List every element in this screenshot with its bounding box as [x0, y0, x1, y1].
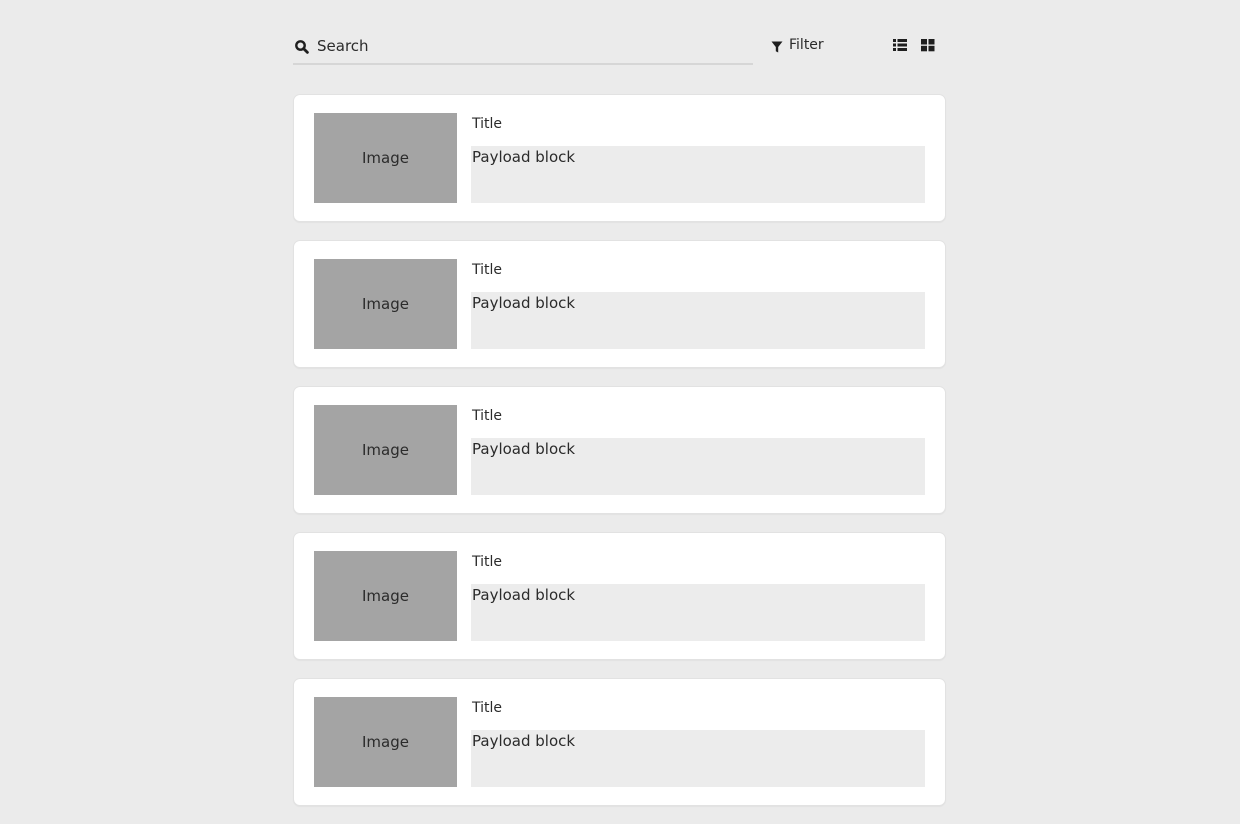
card-image: Image	[314, 259, 457, 349]
card-payload: Payload block	[471, 438, 925, 495]
card-payload: Payload block	[471, 292, 925, 349]
list-view-icon[interactable]	[893, 38, 907, 52]
toolbar: Search Filter	[293, 30, 946, 66]
card-payload: Payload block	[471, 146, 925, 203]
list-item[interactable]: Image Title Payload block	[293, 532, 946, 660]
list-item[interactable]: Image Title Payload block	[293, 678, 946, 806]
card-title: Title	[472, 554, 503, 570]
filter-label: Filter	[789, 37, 824, 53]
filter-icon	[771, 41, 783, 53]
card-image: Image	[314, 405, 457, 495]
list-item[interactable]: Image Title Payload block	[293, 94, 946, 222]
grid-view-icon[interactable]	[921, 38, 935, 52]
search-placeholder: Search	[317, 36, 369, 55]
search-input[interactable]: Search	[293, 30, 753, 65]
card-title: Title	[472, 408, 503, 424]
search-icon	[294, 39, 310, 55]
list-item[interactable]: Image Title Payload block	[293, 240, 946, 368]
card-title: Title	[472, 116, 503, 132]
card-payload: Payload block	[471, 584, 925, 641]
filter-button[interactable]: Filter	[771, 30, 824, 62]
card-title: Title	[472, 262, 503, 278]
card-image: Image	[314, 113, 457, 203]
card-list: Image Title Payload block Image Title Pa…	[293, 94, 946, 824]
list-item[interactable]: Image Title Payload block	[293, 386, 946, 514]
card-title: Title	[472, 700, 503, 716]
card-payload: Payload block	[471, 730, 925, 787]
card-image: Image	[314, 551, 457, 641]
